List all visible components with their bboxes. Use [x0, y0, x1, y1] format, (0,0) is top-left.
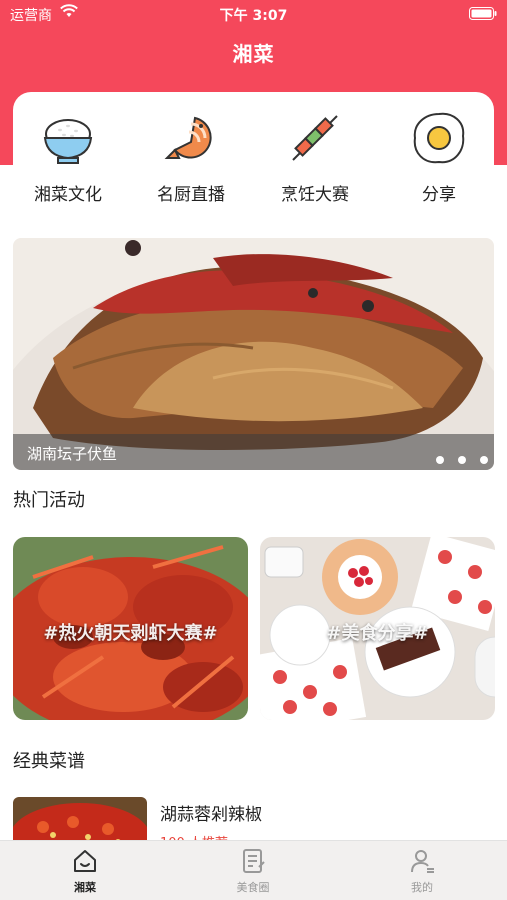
category-label: 烹饪大赛 — [281, 185, 349, 205]
activity-label: #美食分享# — [326, 623, 429, 644]
category-label: 名厨直播 — [157, 185, 225, 205]
battery-icon — [469, 7, 497, 24]
note-icon — [239, 847, 267, 875]
carousel-dot[interactable] — [436, 456, 444, 464]
status-bar: 运营商 下午 3:07 — [0, 0, 507, 28]
rice-bowl-icon — [38, 108, 98, 168]
banner-carousel[interactable]: 湖南坛子伏鱼 — [13, 238, 494, 470]
carousel-dot[interactable] — [480, 456, 488, 464]
tab-bar: 湘菜 美食圈 我的 — [0, 840, 507, 900]
banner-caption: 湖南坛子伏鱼 — [13, 434, 494, 470]
tab-food-circle[interactable]: 美食圈 — [203, 847, 303, 895]
category-contest[interactable]: 烹饪大赛 — [260, 104, 370, 214]
activity-card-food-share[interactable]: #美食分享# — [260, 537, 495, 720]
category-live[interactable]: 名厨直播 — [136, 104, 246, 214]
tab-profile[interactable]: 我的 — [372, 847, 472, 895]
shrimp-icon — [161, 108, 221, 168]
tab-label: 我的 — [411, 881, 433, 894]
category-culture[interactable]: 湘菜文化 — [13, 104, 123, 214]
category-label: 湘菜文化 — [34, 185, 102, 205]
carousel-dot[interactable] — [458, 456, 466, 464]
tab-label: 美食圈 — [236, 881, 270, 894]
skewer-icon — [285, 108, 345, 168]
section-title-classic-recipes: 经典菜谱 — [13, 751, 85, 772]
activity-label: #热火朝天剥虾大赛# — [43, 623, 218, 644]
tab-home[interactable]: 湘菜 — [35, 847, 135, 895]
category-label: 分享 — [422, 185, 456, 205]
user-icon — [408, 847, 436, 875]
tab-label: 湘菜 — [74, 881, 96, 894]
status-time: 下午 3:07 — [219, 8, 288, 24]
home-icon — [71, 847, 99, 875]
section-title-hot-activities: 热门活动 — [13, 490, 85, 511]
page-title: 湘菜 — [232, 42, 275, 66]
fried-egg-icon — [409, 108, 469, 168]
recipe-name[interactable]: 湖蒜蓉剁辣椒 — [160, 800, 262, 825]
activity-card-crayfish[interactable]: #热火朝天剥虾大赛# — [13, 537, 248, 720]
category-share[interactable]: 分享 — [384, 104, 494, 214]
category-card: 湘菜文化 名厨直播 烹饪大赛 分享 — [13, 92, 494, 220]
